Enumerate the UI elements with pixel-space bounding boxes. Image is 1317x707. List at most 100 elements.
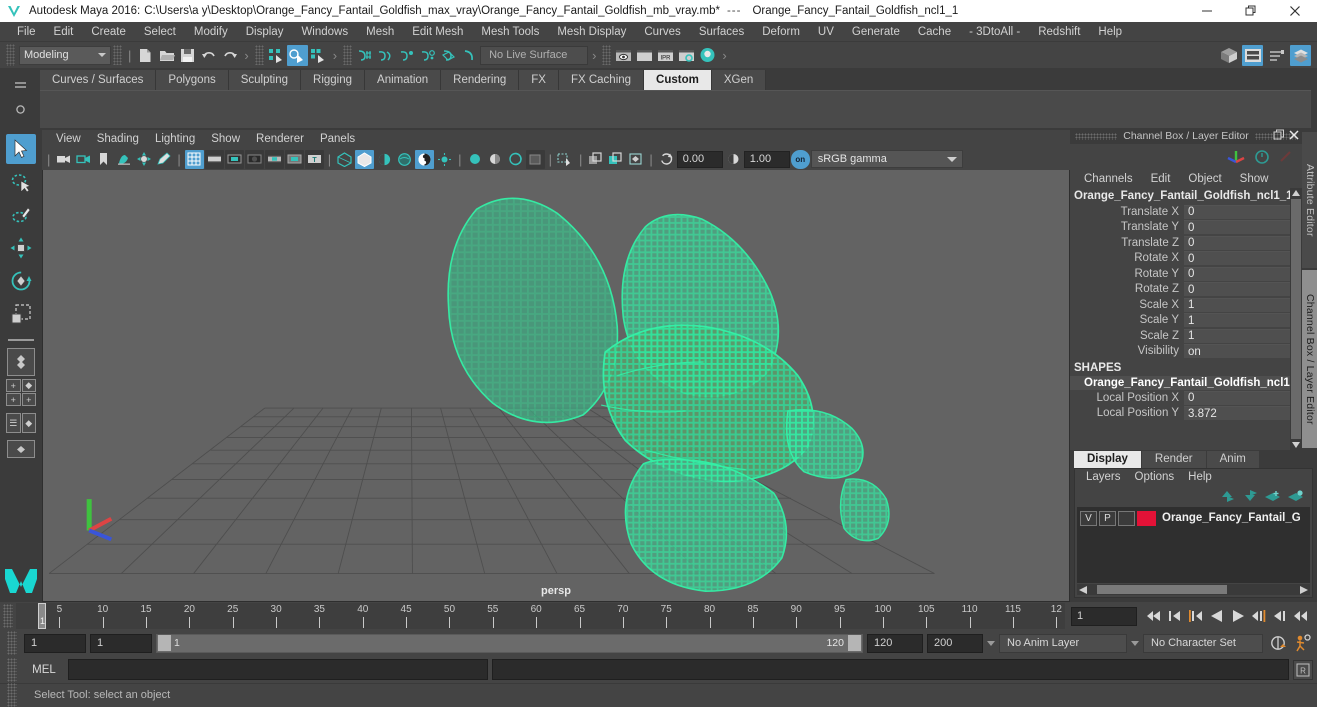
redo-icon[interactable] <box>219 45 240 66</box>
ipr-render-icon[interactable]: IPR <box>655 45 676 66</box>
channel-row[interactable]: Scale Y 1 <box>1070 313 1302 329</box>
panel-drag-handle-left[interactable] <box>1075 132 1118 140</box>
select-by-component-type-icon[interactable] <box>308 45 329 66</box>
grease-pencil-icon[interactable] <box>154 150 173 169</box>
go-to-start-icon[interactable] <box>1143 605 1164 627</box>
viewport-menu-view[interactable]: View <box>48 130 89 148</box>
range-bar-right-handle[interactable] <box>848 635 861 651</box>
menu-edit-mesh[interactable]: Edit Mesh <box>403 22 472 42</box>
menuset-dropdown[interactable]: Modeling <box>19 45 111 65</box>
move-layer-up-icon[interactable] <box>1218 489 1235 503</box>
channel-box-shape-name[interactable]: Orange_Fancy_Fantail_Goldfish_ncl1... <box>1070 376 1302 390</box>
channel-row[interactable]: Visibility on <box>1070 344 1302 360</box>
layer-name[interactable]: Orange_Fancy_Fantail_G <box>1162 512 1301 524</box>
shade-lighting-icon[interactable] <box>375 150 394 169</box>
toolbar-collapse-1-icon[interactable]: › <box>240 48 252 63</box>
channel-box-menu-object[interactable]: Object <box>1180 170 1229 188</box>
animation-preferences-icon[interactable] <box>1292 632 1313 654</box>
play-backward-icon[interactable] <box>1206 605 1227 627</box>
select-by-hierarchy-icon[interactable] <box>266 45 287 66</box>
channel-value[interactable]: 0 <box>1184 220 1302 235</box>
exposure-reset-icon[interactable] <box>657 150 676 169</box>
viewport-menu-renderer[interactable]: Renderer <box>248 130 312 148</box>
time-slider-playhead[interactable]: 1 <box>38 603 46 629</box>
viewport-menu-shading[interactable]: Shading <box>89 130 147 148</box>
anim-layer-chevron-icon[interactable] <box>987 640 995 646</box>
menu-windows[interactable]: Windows <box>292 22 357 42</box>
menu-surfaces[interactable]: Surfaces <box>690 22 753 42</box>
save-scene-icon[interactable] <box>177 45 198 66</box>
snap-to-view-planes-icon[interactable] <box>438 45 459 66</box>
layout-cell-br[interactable]: + <box>21 393 36 406</box>
two-d-pan-zoom-icon[interactable] <box>134 150 153 169</box>
layer-color-swatch[interactable] <box>1137 510 1156 526</box>
resolution-gate-icon[interactable] <box>224 149 244 169</box>
speed-dial-icon[interactable] <box>1254 149 1270 165</box>
gamma-field[interactable]: 1.00 <box>743 150 790 168</box>
menu-curves[interactable]: Curves <box>635 22 689 42</box>
shelf-button-area[interactable] <box>40 90 1311 128</box>
menu-generate[interactable]: Generate <box>843 22 909 42</box>
layer-list-hscrollbar[interactable] <box>1077 584 1310 595</box>
image-plane-icon[interactable] <box>114 150 133 169</box>
bookmark-icon[interactable] <box>94 150 113 169</box>
channel-row[interactable]: Translate Y 0 <box>1070 220 1302 236</box>
auto-key-icon[interactable] <box>1267 632 1288 654</box>
xray-active-components-icon[interactable] <box>626 150 645 169</box>
film-gate-icon[interactable] <box>204 149 224 169</box>
menu-mesh[interactable]: Mesh <box>357 22 403 42</box>
channel-box-body[interactable]: Orange_Fancy_Fantail_Goldfish_ncl1_1 Tra… <box>1070 188 1302 450</box>
range-bar[interactable]: 1 120 <box>156 633 863 653</box>
scale-tool[interactable] <box>6 299 36 329</box>
layer-playback-toggle[interactable]: P <box>1099 510 1116 526</box>
time-slider-grip[interactable] <box>3 604 13 628</box>
shelf-tab-curves-surfaces[interactable]: Curves / Surfaces <box>40 70 157 90</box>
live-surface-field[interactable]: No Live Surface <box>480 45 589 65</box>
menu-help[interactable]: Help <box>1089 22 1131 42</box>
command-line-grip[interactable] <box>7 657 17 682</box>
layer-menu-layers[interactable]: Layers <box>1079 469 1128 486</box>
channel-value[interactable]: 0 <box>1184 266 1302 281</box>
menu-deform[interactable]: Deform <box>753 22 809 42</box>
exposure-field[interactable]: 0.00 <box>676 150 723 168</box>
channel-value[interactable]: 3.872 <box>1184 406 1302 421</box>
layer-tab-display[interactable]: Display <box>1074 451 1141 468</box>
menu-modify[interactable]: Modify <box>185 22 237 42</box>
shelf-tab-animation[interactable]: Animation <box>365 70 442 90</box>
channel-value[interactable]: 0 <box>1184 235 1302 250</box>
motion-blur-icon[interactable] <box>486 150 505 169</box>
new-scene-icon[interactable] <box>135 45 156 66</box>
step-forward-frame-icon[interactable] <box>1248 605 1269 627</box>
shelf-tab-fx-caching[interactable]: FX Caching <box>558 70 645 90</box>
manipulator-axes-icon[interactable] <box>1226 148 1246 166</box>
snap-to-grid-icon[interactable] <box>354 45 375 66</box>
shelf-tab-xgen[interactable]: XGen <box>711 70 767 90</box>
attribute-editor-toggle-icon[interactable] <box>1242 44 1263 66</box>
layout-cell-tl[interactable]: + <box>6 379 21 392</box>
toolbar-collapse-left-icon[interactable]: | <box>124 48 135 63</box>
four-pane-layout-button[interactable]: + ◆ + + <box>6 379 36 406</box>
snap-to-point-icon[interactable] <box>396 45 417 66</box>
channel-row[interactable]: Rotate Z 0 <box>1070 282 1302 298</box>
channel-value[interactable]: 0 <box>1184 204 1302 219</box>
new-layer-icon[interactable] <box>1264 489 1281 503</box>
character-set-dropdown[interactable]: No Character Set <box>1143 633 1263 653</box>
camera-select-icon[interactable] <box>54 150 73 169</box>
step-back-frame-icon[interactable] <box>1185 605 1206 627</box>
channel-value[interactable]: 1 <box>1184 328 1302 343</box>
viewport-menu-lighting[interactable]: Lighting <box>147 130 203 148</box>
menu-uv[interactable]: UV <box>809 22 843 42</box>
help-line-grip[interactable] <box>7 682 17 707</box>
red-marker-icon[interactable] <box>1278 149 1294 165</box>
make-live-icon[interactable] <box>459 45 480 66</box>
snap-to-projected-center-icon[interactable] <box>417 45 438 66</box>
channel-box-toggle-icon[interactable] <box>1290 44 1311 66</box>
viewport-menu-panels[interactable]: Panels <box>312 130 363 148</box>
lasso-select-tool[interactable] <box>6 167 36 197</box>
menu-redshift[interactable]: Redshift <box>1029 22 1089 42</box>
scroll-down-icon[interactable] <box>1291 440 1301 450</box>
channel-box-menu-channels[interactable]: Channels <box>1076 170 1141 188</box>
channel-row[interactable]: Rotate X 0 <box>1070 251 1302 267</box>
menu-file[interactable]: File <box>8 22 45 42</box>
play-forward-icon[interactable] <box>1227 605 1248 627</box>
